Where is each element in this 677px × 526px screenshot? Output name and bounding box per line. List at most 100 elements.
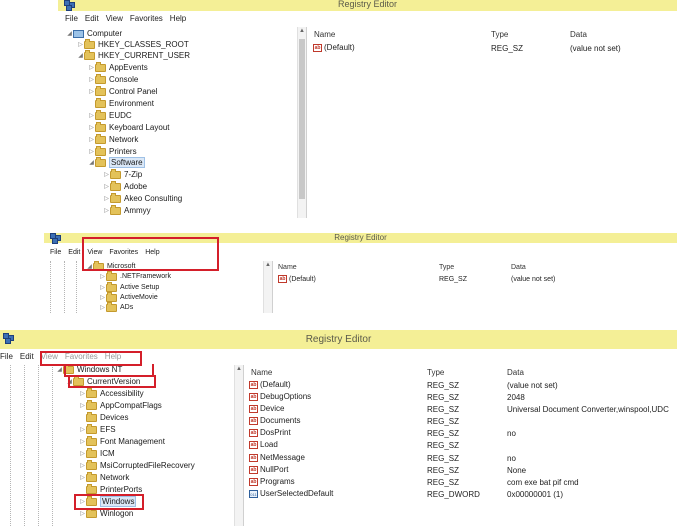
collapsed-arrow-icon[interactable]: ▷	[103, 195, 110, 202]
column-header-name[interactable]: Name	[251, 368, 272, 377]
collapsed-arrow-icon[interactable]: ▷	[88, 76, 95, 83]
column-header-name[interactable]: Name	[278, 264, 297, 271]
column-header-type[interactable]: Type	[491, 30, 508, 39]
value-name[interactable]: ab DosPrint	[249, 428, 291, 437]
column-header-name[interactable]: Name	[314, 30, 335, 39]
menu-edit[interactable]: Edit	[20, 352, 34, 361]
key-tree[interactable]: ◢ Windows NT ◢ CurrentVersion ▷ Accessibili…	[0, 365, 244, 526]
collapsed-arrow-icon[interactable]: ▷	[103, 171, 110, 178]
tree-node[interactable]: Environment	[88, 97, 154, 109]
tree-node[interactable]: ▷ ADs	[99, 301, 133, 313]
collapsed-arrow-icon[interactable]: ▷	[99, 294, 106, 301]
collapsed-arrow-icon[interactable]: ▷	[99, 273, 106, 280]
menu-favorites[interactable]: Favorites	[130, 14, 163, 23]
collapsed-arrow-icon[interactable]: ▷	[79, 462, 86, 469]
tree-node[interactable]: ▷ Adobe	[103, 180, 147, 192]
menu-help[interactable]: Help	[105, 352, 121, 361]
tree-node[interactable]: ▷ Ammyy	[103, 204, 151, 216]
menu-view[interactable]: View	[106, 14, 123, 23]
tree-node-computer[interactable]: ◢ Computer	[66, 28, 122, 39]
expanded-arrow-icon[interactable]: ◢	[66, 378, 73, 385]
value-name[interactable]: 011 UserSelectedDefault	[249, 489, 333, 498]
tree-node[interactable]: ▷ Console	[88, 73, 138, 85]
collapsed-arrow-icon[interactable]: ▷	[79, 426, 86, 433]
collapsed-arrow-icon[interactable]: ▷	[79, 474, 86, 481]
collapsed-arrow-icon[interactable]: ▷	[99, 304, 106, 311]
menu-favorites[interactable]: Favorites	[65, 352, 98, 361]
tree-node[interactable]: ▷ Winlogon	[79, 507, 133, 519]
value-name[interactable]: ab Programs	[249, 477, 295, 486]
tree-node-selected[interactable]: ▷ Windows	[79, 495, 137, 507]
menu-help[interactable]: Help	[145, 249, 159, 256]
collapsed-arrow-icon[interactable]: ▷	[103, 207, 110, 214]
tree-node[interactable]: ▷ Control Panel	[88, 85, 157, 97]
tree-node[interactable]: ▷ HKEY_CLASSES_ROOT	[77, 38, 189, 50]
scrollbar-thumb[interactable]	[299, 39, 305, 199]
tree-node[interactable]: ▷ Keyboard Layout	[88, 121, 170, 133]
value-name[interactable]: ab (Default)	[313, 43, 355, 52]
value-name[interactable]: ab (Default)	[278, 275, 316, 283]
collapsed-arrow-icon[interactable]: ▷	[79, 438, 86, 445]
key-tree[interactable]: ◢ Computer ▷ HKEY_CLASSES_ROOT ◢ HKEY_CURRE…	[58, 27, 307, 218]
value-name[interactable]: ab Load	[249, 440, 278, 449]
tree-node[interactable]: ▷ Network	[88, 133, 138, 145]
menu-edit[interactable]: Edit	[85, 14, 99, 23]
menu-edit[interactable]: Edit	[68, 249, 80, 256]
collapsed-arrow-icon[interactable]: ▷	[88, 148, 95, 155]
expanded-arrow-icon[interactable]: ◢	[56, 366, 63, 373]
tree-node[interactable]: ▷ 7-Zip	[103, 168, 142, 180]
expanded-arrow-icon[interactable]: ◢	[77, 52, 84, 59]
value-name[interactable]: ab (Default)	[249, 380, 291, 389]
value-name[interactable]: ab NetMessage	[249, 453, 305, 462]
value-name[interactable]: ab DebugOptions	[249, 392, 311, 401]
collapsed-arrow-icon[interactable]: ▷	[103, 183, 110, 190]
column-header-data[interactable]: Data	[570, 30, 587, 39]
tree-scrollbar[interactable]: ▲	[234, 365, 243, 526]
tree-node[interactable]: ▷ Accessibility	[79, 387, 144, 399]
value-list[interactable]: Name Type Data ab (Default) REG_SZ (value…	[245, 365, 677, 526]
tree-node[interactable]: Devices	[79, 411, 128, 423]
value-name[interactable]: ab Device	[249, 404, 284, 413]
collapsed-arrow-icon[interactable]: ▷	[79, 498, 86, 505]
value-list[interactable]: Name Type Data ab (Default) REG_SZ (value…	[274, 261, 677, 313]
column-header-data[interactable]: Data	[507, 368, 524, 377]
menu-view[interactable]: View	[41, 352, 58, 361]
column-header-type[interactable]: Type	[439, 264, 454, 271]
menu-help[interactable]: Help	[170, 14, 186, 23]
tree-node-selected[interactable]: ◢ Software	[88, 156, 145, 168]
tree-node[interactable]: ◢ CurrentVersion	[66, 375, 140, 387]
tree-node[interactable]: ▷ AppCompatFlags	[79, 399, 162, 411]
collapsed-arrow-icon[interactable]: ▷	[77, 41, 84, 48]
collapsed-arrow-icon[interactable]: ▷	[99, 284, 106, 291]
menu-file[interactable]: File	[50, 249, 61, 256]
collapsed-arrow-icon[interactable]: ▷	[79, 510, 86, 517]
tree-node[interactable]: ◢ HKEY_CURRENT_USER	[77, 49, 190, 61]
expanded-arrow-icon[interactable]: ◢	[66, 30, 73, 37]
menu-file[interactable]: File	[0, 352, 13, 361]
tree-scrollbar[interactable]: ▲	[263, 261, 272, 313]
tree-node[interactable]: ▷ Printers	[88, 145, 137, 157]
scroll-up-icon[interactable]: ▲	[265, 262, 271, 268]
value-list[interactable]: Name Type Data ab (Default) REG_SZ (value…	[308, 27, 677, 218]
key-tree[interactable]: ◢ Microsoft ▷ .NETFramework ▷ Active Setup …	[44, 261, 273, 313]
tree-node[interactable]: ◢ Windows NT	[56, 365, 122, 375]
menu-file[interactable]: File	[65, 14, 78, 23]
value-name[interactable]: ab NullPort	[249, 465, 288, 474]
tree-node[interactable]: ▷ EFS	[79, 423, 116, 435]
tree-node[interactable]: ▷ ICM	[79, 447, 115, 459]
tree-node[interactable]: PrinterPorts	[79, 483, 142, 495]
collapsed-arrow-icon[interactable]: ▷	[88, 64, 95, 71]
collapsed-arrow-icon[interactable]: ▷	[88, 112, 95, 119]
menu-view[interactable]: View	[87, 249, 102, 256]
tree-node[interactable]: ▷ EUDC	[88, 109, 132, 121]
scroll-up-icon[interactable]: ▲	[236, 366, 242, 372]
menu-favorites[interactable]: Favorites	[109, 249, 138, 256]
tree-node[interactable]: ▷ Font Management	[79, 435, 165, 447]
expanded-arrow-icon[interactable]: ◢	[86, 263, 93, 270]
collapsed-arrow-icon[interactable]: ▷	[88, 124, 95, 131]
collapsed-arrow-icon[interactable]: ▷	[79, 390, 86, 397]
tree-scrollbar[interactable]: ▲	[297, 27, 306, 218]
expanded-arrow-icon[interactable]: ◢	[88, 159, 95, 166]
collapsed-arrow-icon[interactable]: ▷	[79, 402, 86, 409]
collapsed-arrow-icon[interactable]: ▷	[88, 88, 95, 95]
